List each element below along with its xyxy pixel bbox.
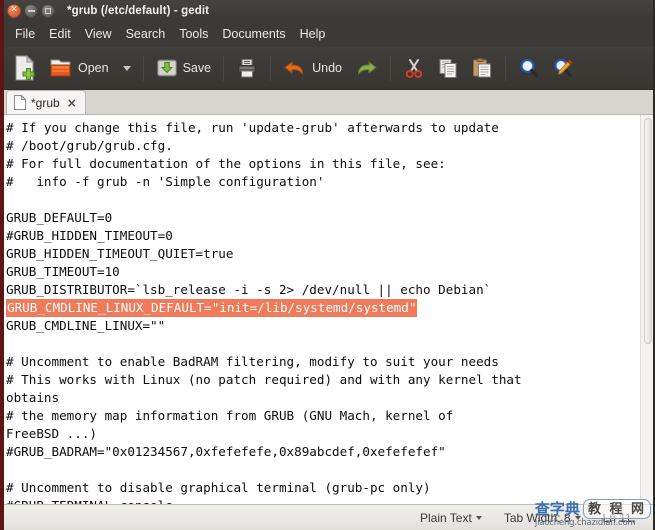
cut-button[interactable] — [398, 54, 430, 82]
window-title: *grub (/etc/default) - gedit — [67, 4, 210, 17]
copy-button[interactable] — [432, 54, 464, 82]
editor-line[interactable]: GRUB_DEFAULT=0 — [6, 209, 640, 227]
close-icon: ✕ — [10, 5, 18, 15]
gedit-window: ✕ *grub (/etc/default) - gedit File Edit… — [0, 0, 655, 530]
window-left-edge-stripe — [0, 0, 4, 530]
print-button[interactable] — [231, 54, 263, 82]
editor-line[interactable]: GRUB_TIMEOUT=10 — [6, 263, 640, 281]
toolbar-separator-2 — [223, 55, 225, 81]
toolbar-separator-5 — [504, 55, 506, 81]
editor-line[interactable] — [6, 335, 640, 353]
toolbar-separator-4 — [389, 55, 391, 81]
find-magnifier-icon — [520, 59, 539, 78]
cut-scissors-icon — [405, 59, 423, 78]
save-button[interactable]: Save — [151, 54, 217, 82]
tab-strip: *grub × — [0, 90, 655, 115]
language-label: Plain Text — [420, 510, 472, 525]
chevron-down-icon — [574, 515, 581, 520]
editor-line[interactable]: #GRUB_HIDDEN_TIMEOUT=0 — [6, 227, 640, 245]
tab-width-selector[interactable]: Tab Width: 8 — [504, 511, 581, 525]
toolbar-separator-3 — [270, 55, 272, 81]
close-button[interactable]: ✕ — [7, 3, 21, 18]
language-selector[interactable]: Plain Text — [420, 511, 482, 525]
copy-icon — [439, 59, 457, 78]
toolbar-separator-1 — [142, 55, 144, 81]
text-editor[interactable]: # If you change this file, run 'update-g… — [1, 115, 640, 504]
tab-width-label: Tab Width: 8 — [503, 510, 571, 525]
tab-label: *grub — [31, 95, 60, 110]
undo-button[interactable]: Undo — [278, 54, 347, 82]
new-document-button[interactable] — [8, 52, 42, 84]
paste-button[interactable] — [466, 54, 498, 82]
editor-line[interactable]: # This works with Linux (no patch requir… — [6, 371, 640, 389]
cursor-position-label: Ln 11, — [602, 510, 635, 525]
find-button[interactable] — [513, 54, 545, 82]
editor-line[interactable]: # Uncomment to enable BadRAM filtering, … — [6, 353, 640, 371]
editor-line[interactable]: GRUB_CMDLINE_LINUX="" — [6, 317, 640, 335]
maximize-button[interactable] — [41, 3, 55, 18]
cursor-position: Ln 11, — [603, 511, 635, 525]
editor-line[interactable]: #GRUB_BADRAM="0x01234567,0xfefefefe,0x89… — [6, 443, 640, 461]
editor-line[interactable]: #GRUB_TERMINAL=console — [6, 497, 640, 504]
undo-icon — [284, 61, 304, 75]
window-controls: ✕ — [7, 3, 55, 18]
tab-close-icon[interactable]: × — [67, 96, 77, 110]
status-bar: Plain Text Tab Width: 8 Ln 11, — [0, 504, 655, 530]
menu-item-documents[interactable]: Documents — [215, 25, 292, 43]
undo-button-label: Undo — [312, 61, 342, 75]
editor-line[interactable]: # If you change this file, run 'update-g… — [6, 119, 640, 137]
tab-grub[interactable]: *grub × — [6, 90, 86, 114]
save-icon — [156, 59, 177, 77]
editor-line[interactable]: # Uncomment to disable graphical termina… — [6, 479, 640, 497]
minimize-icon — [27, 9, 35, 12]
save-button-label: Save — [182, 61, 212, 75]
editor-area: # If you change this file, run 'update-g… — [0, 115, 655, 504]
redo-button[interactable] — [349, 54, 383, 82]
chevron-down-icon — [122, 65, 131, 71]
editor-line[interactable]: # the memory map information from GRUB (… — [6, 407, 640, 425]
editor-line[interactable]: # /boot/grub/grub.cfg. — [6, 137, 640, 155]
editor-line[interactable] — [6, 191, 640, 209]
editor-line[interactable]: GRUB_HIDDEN_TIMEOUT_QUIET=true — [6, 245, 640, 263]
editor-line[interactable]: # info -f grub -n 'Simple configuration' — [6, 173, 640, 191]
editor-line[interactable]: obtains — [6, 389, 640, 407]
menu-bar: File Edit View Search Tools Documents He… — [0, 21, 655, 47]
replace-magnifier-pencil-icon — [554, 58, 573, 77]
print-icon — [238, 59, 257, 78]
editor-line[interactable]: GRUB_DISTRIBUTOR=`lsb_release -i -s 2> /… — [6, 281, 640, 299]
title-bar: ✕ *grub (/etc/default) - gedit — [0, 0, 655, 21]
menu-item-view[interactable]: View — [78, 25, 119, 43]
menu-item-tools[interactable]: Tools — [172, 25, 215, 43]
editor-line[interactable]: # For full documentation of the options … — [6, 155, 640, 173]
open-dropdown-button[interactable] — [116, 63, 136, 74]
menu-item-edit[interactable]: Edit — [42, 25, 78, 43]
menu-item-search[interactable]: Search — [119, 25, 173, 43]
menu-item-file[interactable]: File — [8, 25, 42, 43]
editor-line[interactable] — [6, 461, 640, 479]
editor-line[interactable]: FreeBSD ...) — [6, 425, 640, 443]
editor-line[interactable]: GRUB_CMDLINE_LINUX_DEFAULT="init=/lib/sy… — [6, 299, 640, 317]
chevron-down-icon — [475, 515, 482, 520]
menu-item-help[interactable]: Help — [293, 25, 333, 43]
open-button-label: Open — [78, 61, 109, 75]
editor-line-highlighted[interactable]: GRUB_CMDLINE_LINUX_DEFAULT="init=/lib/sy… — [6, 299, 418, 317]
vertical-scrollbar-thumb[interactable] — [644, 118, 652, 344]
toolbar: Open Save Undo — [0, 47, 655, 90]
document-icon — [14, 95, 26, 110]
replace-button[interactable] — [547, 54, 579, 82]
open-button[interactable]: Open — [44, 53, 114, 83]
maximize-icon — [45, 7, 51, 14]
open-folder-icon — [50, 59, 71, 77]
redo-icon — [357, 61, 377, 75]
paste-icon — [472, 58, 491, 78]
new-document-icon — [15, 55, 35, 81]
minimize-button[interactable] — [24, 3, 38, 18]
